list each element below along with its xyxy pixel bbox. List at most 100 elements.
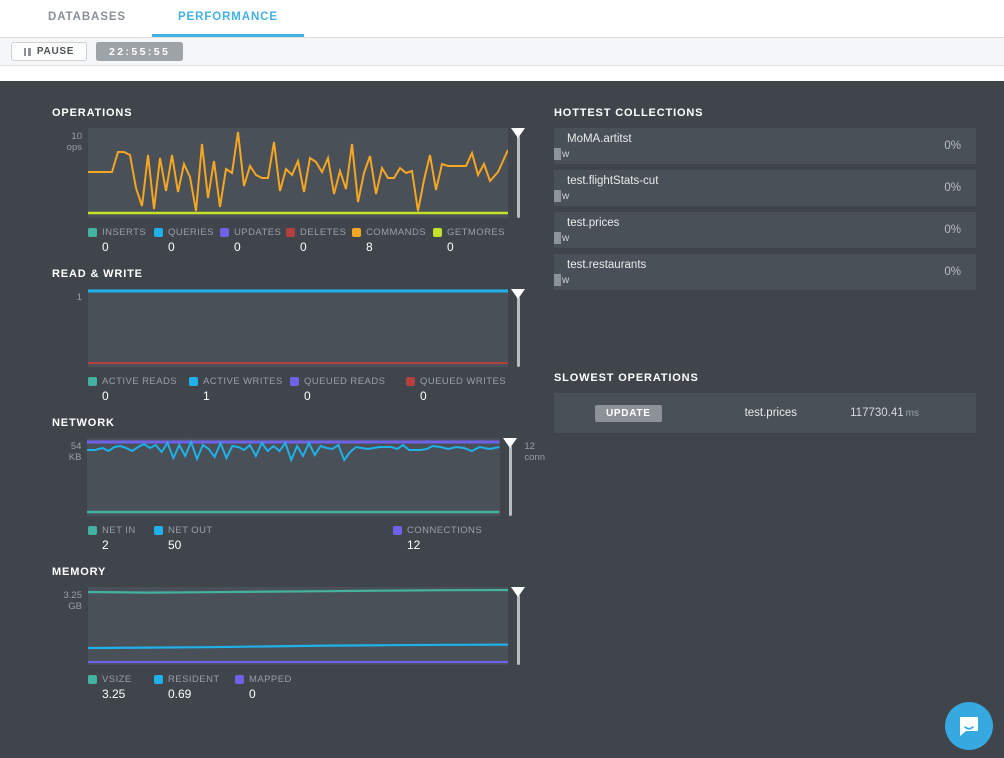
toolbar: PAUSE 22:55:55 (0, 38, 1004, 66)
legend-value-net-in: 2 (88, 538, 154, 552)
legend-label-deletes: DELETES (300, 227, 346, 238)
tab-performance-label: PERFORMANCE (178, 11, 278, 23)
legend-item-resident: RESIDENT 0.69 (154, 674, 235, 701)
chart-memory-title: MEMORY (52, 566, 545, 578)
legend-item-active-reads: ACTIVE READS 0 (88, 376, 189, 403)
slider-thumb[interactable] (503, 438, 517, 448)
collection-activity: w (554, 232, 569, 244)
slider-track[interactable] (517, 136, 520, 218)
activity-label: w (562, 275, 569, 286)
legend-label-active-writes: ACTIVE WRITES (203, 376, 283, 387)
right-column: HOTTEST COLLECTIONS MoMA.artitst w 0% te… (545, 81, 1004, 758)
operation-type-badge: UPDATE (595, 405, 662, 422)
legend-swatch-mapped (235, 675, 244, 684)
table-row[interactable]: test.restaurants w 0% (554, 254, 976, 290)
collection-percent: 0% (944, 140, 976, 152)
slider-thumb[interactable] (511, 128, 525, 138)
legend-item-deletes: DELETES 0 (286, 227, 352, 254)
chart-network-title: NETWORK (52, 417, 545, 429)
chart-memory-axis-left: 3.25 GB (52, 587, 88, 612)
legend-swatch-updates (220, 228, 229, 237)
legend-swatch-net-in (88, 526, 97, 535)
legend-value-queries: 0 (154, 240, 220, 254)
legend-swatch-inserts (88, 228, 97, 237)
legend-swatch-queries (154, 228, 163, 237)
slowest-operations-title: SLOWEST OPERATIONS (554, 372, 976, 384)
table-row[interactable]: MoMA.artitst w 0% (554, 128, 976, 164)
slider-thumb[interactable] (511, 289, 525, 299)
toolbar-spacer (0, 66, 1004, 81)
legend-label-getmores: GETMORES (447, 227, 505, 238)
slowest-operations-panel: SLOWEST OPERATIONS UPDATE test.prices 11… (554, 372, 976, 433)
legend-label-net-out: NET OUT (168, 525, 213, 536)
chart-read-write-legend: ACTIVE READS 0 ACTIVE WRITES 1 QUEUED RE… (52, 376, 545, 403)
legend-item-queued-reads: QUEUED READS 0 (290, 376, 406, 403)
legend-label-connections: CONNECTIONS (407, 525, 482, 536)
tab-bar: DATABASES PERFORMANCE (0, 0, 1004, 38)
intercom-launcher-button[interactable] (945, 702, 993, 750)
tab-databases[interactable]: DATABASES (22, 0, 152, 37)
collection-name: MoMA.artitst (567, 133, 632, 145)
chart-memory: MEMORY 3.25 GB (52, 566, 545, 701)
pause-button-label: PAUSE (37, 46, 74, 57)
legend-label-inserts: INSERTS (102, 227, 146, 238)
legend-value-active-writes: 1 (189, 389, 290, 403)
legend-item-active-writes: ACTIVE WRITES 1 (189, 376, 290, 403)
pause-button[interactable]: PAUSE (11, 42, 87, 61)
chart-operations-legend: INSERTS 0 QUERIES 0 UPDATES 0 (52, 227, 545, 254)
table-row[interactable]: UPDATE test.prices 117730.41ms (554, 393, 976, 433)
legend-swatch-active-writes (189, 377, 198, 386)
slider-thumb[interactable] (511, 587, 525, 597)
legend-swatch-vsize (88, 675, 97, 684)
legend-label-queries: QUERIES (168, 227, 214, 238)
legend-value-queued-writes: 0 (406, 389, 506, 403)
chart-network-slider[interactable] (500, 438, 522, 516)
axis-unit: conn (524, 452, 545, 463)
collection-percent: 0% (944, 182, 976, 194)
legend-value-updates: 0 (220, 240, 286, 254)
legend-value-resident: 0.69 (154, 687, 235, 701)
slider-track[interactable] (509, 446, 512, 516)
chart-read-write: READ & WRITE 1 (52, 268, 545, 403)
performance-stage: OPERATIONS 10 ops (0, 81, 1004, 758)
legend-item-queued-writes: QUEUED WRITES 0 (406, 376, 506, 403)
table-row[interactable]: test.flightStats-cut w 0% (554, 170, 976, 206)
legend-label-queued-writes: QUEUED WRITES (420, 376, 506, 387)
tab-performance[interactable]: PERFORMANCE (152, 0, 304, 37)
legend-item-inserts: INSERTS 0 (88, 227, 154, 254)
chart-operations-plot (88, 128, 508, 218)
chart-read-write-axis-left: 1 (52, 289, 88, 303)
axis-unit: KB (52, 452, 81, 463)
legend-item-net-out: NET OUT 50 (154, 525, 393, 552)
chart-operations-slider[interactable] (508, 128, 530, 218)
operation-duration-unit: ms (906, 408, 919, 419)
collection-name: test.flightStats-cut (567, 175, 658, 187)
legend-label-mapped: MAPPED (249, 674, 292, 685)
chart-network-plot (87, 438, 499, 516)
legend-swatch-deletes (286, 228, 295, 237)
collection-activity: w (554, 190, 569, 202)
legend-value-queued-reads: 0 (290, 389, 406, 403)
legend-value-deletes: 0 (286, 240, 352, 254)
slider-track[interactable] (517, 595, 520, 665)
table-row[interactable]: test.prices w 0% (554, 212, 976, 248)
legend-item-vsize: VSIZE 3.25 (88, 674, 154, 701)
activity-bar (554, 148, 561, 160)
legend-swatch-getmores (433, 228, 442, 237)
chart-network-axis-left: 54 KB (52, 438, 87, 463)
activity-label: w (562, 191, 569, 202)
legend-item-mapped: MAPPED 0 (235, 674, 292, 701)
axis-unit: ops (52, 142, 82, 153)
activity-bar (554, 274, 561, 286)
collection-name: test.prices (567, 217, 619, 229)
chart-memory-plot (88, 587, 508, 665)
chart-read-write-slider[interactable] (508, 289, 530, 367)
legend-value-mapped: 0 (235, 687, 292, 701)
legend-swatch-queued-reads (290, 377, 299, 386)
legend-value-inserts: 0 (88, 240, 154, 254)
chart-memory-slider[interactable] (508, 587, 530, 665)
slider-track[interactable] (517, 297, 520, 367)
legend-swatch-resident (154, 675, 163, 684)
legend-label-active-reads: ACTIVE READS (102, 376, 177, 387)
axis-value: 54 (52, 441, 81, 452)
